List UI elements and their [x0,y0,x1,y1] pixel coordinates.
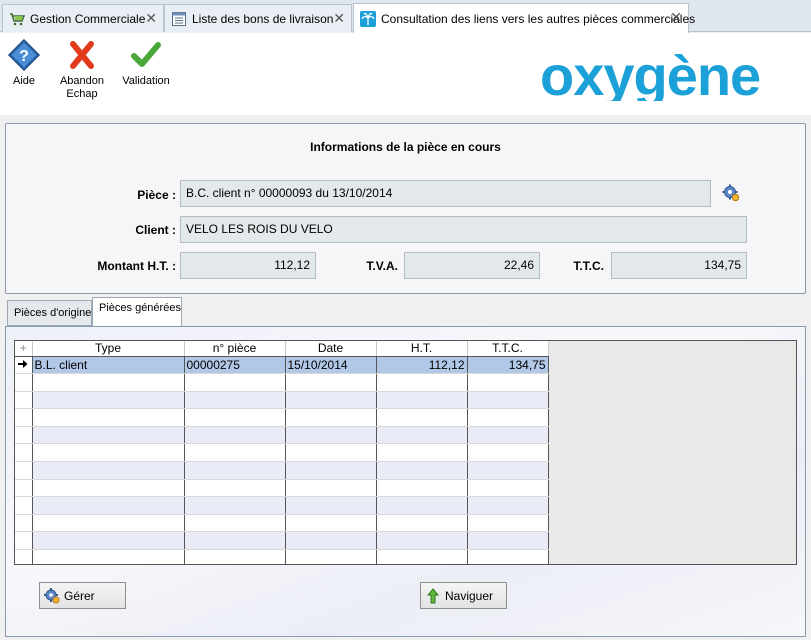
oxygene-logo: oxygène [540,44,802,107]
column-header-date[interactable]: Date [285,341,377,357]
cancel-shortcut-label: Echap [66,88,98,100]
list-icon [171,11,187,27]
close-icon[interactable]: ✕ [145,11,157,25]
help-icon: ? [7,38,41,72]
gear-icon [44,587,60,604]
toolbar: ? Aide Abandon Echap Validation oxygène [0,33,811,115]
ht-field: 112,12 [180,252,316,279]
tva-field: 22,46 [404,252,540,279]
info-panel: Informations de la pièce en cours Pièce … [5,123,806,294]
tab-consultation-liens[interactable]: Consultation des liens vers les autres p… [353,3,695,33]
validate-label: Validation [122,75,170,87]
manage-label: Gérer [64,588,95,603]
arrow-up-icon [425,587,441,604]
tab-pieces-generees[interactable]: Pièces générées [92,297,182,326]
cancel-label: Abandon [59,75,105,87]
ht-label: Montant H.T. : [97,259,176,273]
info-title: Informations de la pièce en cours [310,140,501,154]
piece-label: Pièce : [137,188,176,202]
help-label: Aide [12,75,36,87]
cell-ht: 112,12 [376,356,468,375]
manage-button[interactable]: Gérer [39,582,126,609]
table-row[interactable] [15,426,549,445]
tab-label: Consultation des liens vers les autres p… [381,11,696,26]
column-chooser-icon[interactable]: + [15,341,33,357]
logo-text: oxygène [540,51,760,101]
tva-label: T.V.A. [366,259,398,273]
cell-type: B.L. client [32,356,185,375]
palm-icon [360,10,376,27]
tab-pieces-origine[interactable]: Pièces d'origine [7,300,92,326]
cell-num: 00000275 [184,356,286,375]
cross-icon [65,39,99,71]
close-icon[interactable]: ✕ [333,11,345,25]
table-row[interactable] [15,496,549,515]
close-icon[interactable]: ✕ [670,10,682,24]
pieces-grid[interactable]: + Type n° pièce Date H.T. T.T.C. B.L. cl… [14,340,797,565]
help-button[interactable]: ? Aide [4,38,44,88]
cell-date: 15/10/2014 [285,356,377,375]
cancel-button[interactable]: Abandon Echap [54,39,110,101]
row-pointer-icon [15,356,33,375]
table-row[interactable] [15,373,549,392]
column-header-ttc[interactable]: T.T.C. [467,341,549,357]
tab-label: Gestion Commerciale [30,11,146,26]
check-icon [129,39,163,71]
table-row[interactable]: B.L. client 00000275 15/10/2014 112,12 1… [15,356,549,375]
table-row[interactable] [15,408,549,427]
tab-liste-bons-livraison[interactable]: Liste des bons de livraison ✕ [164,4,352,32]
table-row[interactable] [15,461,549,480]
navigate-button[interactable]: Naviguer [420,582,507,609]
column-header-num[interactable]: n° pièce [184,341,286,357]
client-field: VELO LES ROIS DU VELO [180,216,747,243]
table-row[interactable] [15,514,549,533]
table-row[interactable] [15,549,549,564]
ttc-label: T.T.C. [573,259,604,273]
column-header-type[interactable]: Type [32,341,185,357]
tab-label: Liste des bons de livraison [192,11,334,26]
table-row[interactable] [15,531,549,551]
navigate-label: Naviguer [445,588,494,603]
svg-text:?: ? [19,48,29,65]
table-row[interactable] [15,479,549,498]
validate-button[interactable]: Validation [118,39,174,88]
piece-field: B.C. client n° 00000093 du 13/10/2014 [180,180,711,207]
column-header-ht[interactable]: H.T. [376,341,468,357]
cell-ttc: 134,75 [467,356,549,375]
client-label: Client : [135,223,176,237]
table-row[interactable] [15,391,549,410]
gear-icon[interactable] [722,184,740,202]
tab-gestion-commerciale[interactable]: Gestion Commerciale ✕ [2,4,164,32]
table-row[interactable] [15,443,549,463]
ttc-field: 134,75 [611,252,747,279]
cart-icon [9,11,25,27]
tab-strip: Gestion Commerciale ✕ Liste des bons de … [0,0,811,33]
